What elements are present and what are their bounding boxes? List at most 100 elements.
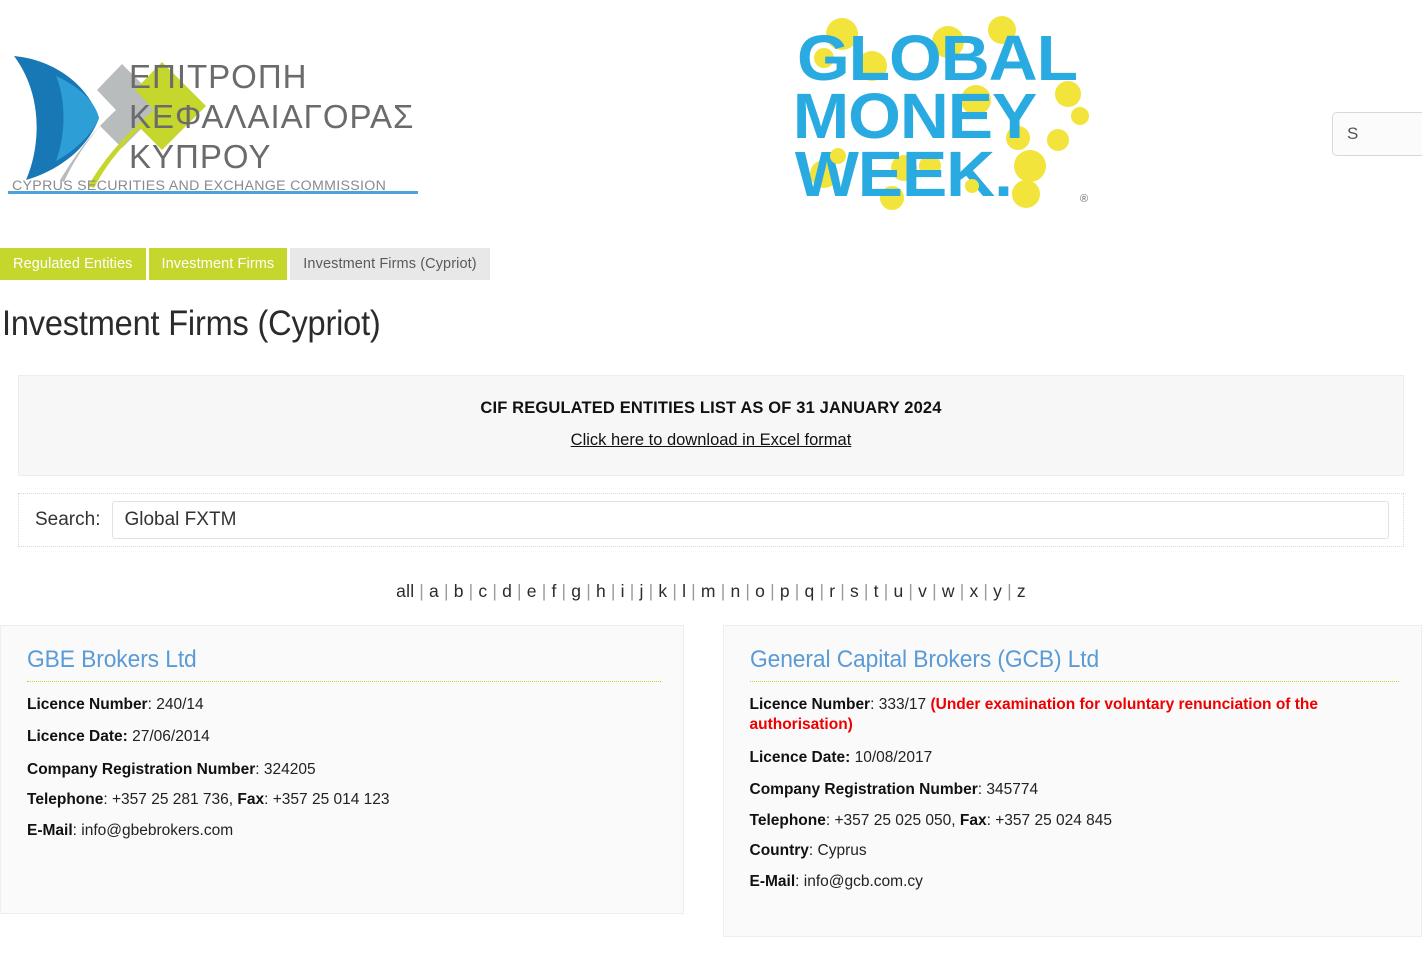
alphabet-filter-o[interactable]: o xyxy=(754,581,766,601)
alphabet-filter-j[interactable]: j xyxy=(639,581,645,601)
alphabet-separator: | xyxy=(541,581,547,601)
alphabet-filter-s[interactable]: s xyxy=(849,581,860,601)
alphabet-filter-g[interactable]: g xyxy=(570,581,582,601)
telephone-row: Telephone: +357 25 281 736, Fax: +357 25… xyxy=(27,791,390,809)
alphabet-separator: | xyxy=(586,581,591,601)
header-search-input[interactable] xyxy=(1332,112,1422,156)
fax-value: +357 25 014 123 xyxy=(272,791,390,809)
alphabet-separator: | xyxy=(983,581,989,601)
company-registration-value: 345774 xyxy=(986,781,1039,799)
alphabet-filter-d[interactable]: d xyxy=(501,581,513,601)
alphabet-filter-i[interactable]: i xyxy=(620,581,626,601)
alphabet-filter-e[interactable]: e xyxy=(526,581,538,601)
alphabet-separator: | xyxy=(610,581,616,601)
svg-text:ΕΠΙΤΡΟΠΗ: ΕΠΙΤΡΟΠΗ xyxy=(129,58,308,95)
telephone-value: +357 25 281 736 xyxy=(111,791,229,809)
alphabet-separator: | xyxy=(908,581,914,601)
alphabet-separator: | xyxy=(672,581,678,601)
firm-name-link[interactable]: GBE Brokers Ltd xyxy=(27,646,629,681)
alphabet-separator: | xyxy=(419,581,425,601)
licence-date-label: Licence Date: xyxy=(27,728,128,746)
country-value: Cyprus xyxy=(817,842,867,860)
fax-label: Fax xyxy=(237,791,265,809)
licence-date-value: 10/08/2017 xyxy=(854,748,933,766)
email-value[interactable]: info@gcb.com.cy xyxy=(804,873,923,890)
alphabet-separator: | xyxy=(561,581,567,601)
alphabet-filter-k[interactable]: k xyxy=(657,581,668,601)
company-registration-label: Company Registration Number xyxy=(749,781,978,799)
cysec-logo[interactable]: ΕΠΙΤΡΟΠΗ ΚΕΦΑΛΑΙΑΓΟΡΑΣ ΚΥΠΡΟΥ CYPRUS SEC… xyxy=(4,30,424,195)
alphabet-filter-all[interactable]: all xyxy=(395,581,415,601)
alphabet-filter-q[interactable]: q xyxy=(804,581,816,601)
search-panel: Search: xyxy=(18,493,1404,547)
licence-number-value: 240/14 xyxy=(156,696,204,713)
card-divider xyxy=(749,681,1399,682)
telephone-label: Telephone xyxy=(27,791,104,809)
licence-date-label: Licence Date: xyxy=(749,748,851,766)
breadcrumb-item-regulated-entities[interactable]: Regulated Entities xyxy=(0,248,146,280)
alphabet-separator: | xyxy=(883,581,889,601)
alphabet-separator: | xyxy=(1007,581,1012,601)
alphabet-filter-y[interactable]: y xyxy=(992,581,1003,601)
licence-date-row: Licence Date: 27/06/2014 xyxy=(27,727,661,747)
alphabet-separator: | xyxy=(819,581,825,601)
svg-text:ΚΥΠΡΟΥ: ΚΥΠΡΟΥ xyxy=(129,138,271,175)
notice-box: CIF REGULATED ENTITIES LIST AS OF 31 JAN… xyxy=(18,375,1404,476)
licence-number-value: 333/17 xyxy=(878,696,927,713)
breadcrumb-item-investment-firms[interactable]: Investment Firms xyxy=(148,248,288,280)
alphabet-filter-m[interactable]: m xyxy=(700,581,717,601)
alphabet-separator: | xyxy=(468,581,474,601)
alphabet-filter-r[interactable]: r xyxy=(828,581,836,601)
alphabet-filter-c[interactable]: c xyxy=(477,581,488,601)
email-label: E-Mail xyxy=(749,872,796,890)
email-label: E-Mail xyxy=(27,821,73,839)
licence-date-row: Licence Date: 10/08/2017 xyxy=(750,748,1400,768)
download-excel-link[interactable]: Click here to download in Excel format xyxy=(571,431,852,450)
alphabet-filter-v[interactable]: v xyxy=(917,581,928,601)
email-row: E-Mail: info@gcb.com.cy xyxy=(749,872,923,890)
alphabet-separator: | xyxy=(959,581,965,601)
breadcrumb-item-investment-firms-cypriot: Investment Firms (Cypriot) xyxy=(290,248,490,280)
search-input[interactable] xyxy=(112,501,1389,539)
alphabet-separator: | xyxy=(745,581,751,601)
licence-number-row: Licence Number: 240/14 xyxy=(27,696,204,713)
company-registration-row: Company Registration Number: 324205 xyxy=(27,760,316,778)
alphabet-separator: | xyxy=(863,581,869,601)
licence-date-value: 27/06/2014 xyxy=(132,728,210,746)
alphabet-separator: | xyxy=(770,581,775,601)
alphabet-filter-w[interactable]: w xyxy=(941,581,956,601)
alphabet-filter-p[interactable]: p xyxy=(779,581,791,601)
alphabet-separator: | xyxy=(932,581,937,601)
email-row: E-Mail: info@gbebrokers.com xyxy=(27,821,234,839)
alphabet-separator: | xyxy=(517,581,522,601)
country-label: Country xyxy=(749,842,809,860)
global-money-week-logo[interactable]: GLOBAL MONEY WEEK. ® xyxy=(780,8,1100,213)
telephone-value: +357 25 025 050 xyxy=(834,811,952,829)
results-list: GBE Brokers Ltd Licence Number: 240/14 L… xyxy=(0,625,1422,938)
alphabet-filter-x[interactable]: x xyxy=(968,581,979,601)
page-title: Investment Firms (Cypriot) xyxy=(2,304,381,343)
alphabet-filter: all | a | b | c | d | e | f | g | h | i | j | k | l | m | n | o | p | q | r |… xyxy=(0,581,1422,602)
alphabet-separator: | xyxy=(794,581,800,601)
email-value[interactable]: info@gbebrokers.com xyxy=(81,822,233,839)
alphabet-filter-u[interactable]: u xyxy=(892,581,904,601)
alphabet-filter-a[interactable]: a xyxy=(428,581,440,601)
alphabet-filter-h[interactable]: h xyxy=(595,581,607,601)
alphabet-filter-z[interactable]: z xyxy=(1016,581,1027,601)
alphabet-filter-f[interactable]: f xyxy=(550,581,557,601)
svg-text:®: ® xyxy=(1080,193,1088,205)
licence-number-label: Licence Number xyxy=(749,696,871,713)
telephone-label: Telephone xyxy=(749,811,826,829)
cysec-logo-underline xyxy=(8,191,418,194)
result-card: General Capital Brokers (GCB) Ltd Licenc… xyxy=(722,625,1422,938)
alphabet-separator: | xyxy=(648,581,654,601)
licence-number-row: Licence Number: 333/17 (Under examinatio… xyxy=(749,696,1319,734)
search-label: Search: xyxy=(35,509,101,530)
firm-name-link[interactable]: General Capital Brokers (GCB) Ltd xyxy=(750,646,1367,681)
alphabet-filter-b[interactable]: b xyxy=(453,581,465,601)
telephone-row: Telephone: +357 25 025 050, Fax: +357 25… xyxy=(749,811,1113,829)
alphabet-filter-t[interactable]: t xyxy=(873,581,880,601)
alphabet-filter-n[interactable]: n xyxy=(729,581,741,601)
alphabet-separator: | xyxy=(691,581,696,601)
fax-value: +357 25 024 845 xyxy=(995,811,1113,829)
